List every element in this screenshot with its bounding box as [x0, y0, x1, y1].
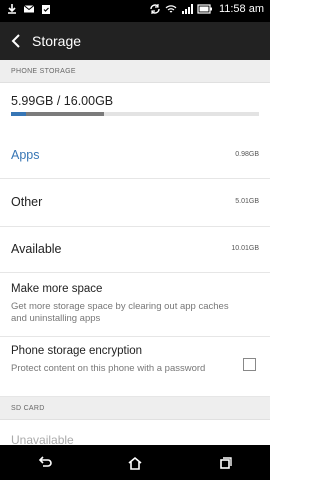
- gmail-icon: [23, 5, 35, 13]
- phone-storage-header: PHONE STORAGE: [0, 60, 270, 83]
- encryption-checkbox[interactable]: [243, 358, 256, 371]
- encryption-title: Phone storage encryption: [11, 345, 143, 357]
- other-size: 5.01GB: [235, 198, 259, 205]
- apps-label: Apps: [11, 148, 40, 162]
- apps-size: 0.98GB: [235, 151, 259, 158]
- other-row[interactable]: Other 5.01GB: [0, 178, 270, 227]
- available-size: 10.01GB: [231, 245, 259, 252]
- other-label: Other: [11, 195, 43, 209]
- battery-icon: [197, 4, 212, 14]
- action-bar: Storage: [0, 22, 270, 60]
- page-title: Storage: [32, 33, 82, 49]
- nav-recents-button[interactable]: [205, 448, 245, 478]
- make-more-space-title: Make more space: [11, 283, 103, 295]
- clock: 11:58 am: [218, 3, 264, 15]
- available-label: Available: [11, 242, 62, 256]
- available-row: Available 10.01GB: [0, 226, 270, 273]
- storage-summary-text: 5.99GB / 16.00GB: [11, 94, 114, 108]
- progress-other-segment: [26, 112, 104, 116]
- chevron-left-icon: [11, 34, 20, 48]
- make-more-space-subtitle: Get more storage space by clearing out a…: [11, 301, 229, 324]
- home-icon: [128, 456, 142, 470]
- signal-icon: [181, 4, 193, 14]
- navigation-bar: [0, 445, 270, 480]
- status-bar: 11:58 am: [0, 0, 270, 22]
- clipboard-check-icon: [42, 5, 50, 14]
- back-icon: [38, 455, 52, 467]
- nav-home-button[interactable]: [115, 448, 155, 478]
- back-button[interactable]: [0, 22, 32, 60]
- sync-icon: [150, 4, 160, 14]
- sd-card-header: SD CARD: [0, 397, 270, 420]
- encryption-subtitle: Protect content on this phone with a pas…: [11, 363, 206, 374]
- progress-apps-segment: [11, 112, 27, 116]
- phone-storage-encryption-row[interactable]: Phone storage encryption Protect content…: [0, 336, 270, 397]
- wifi-icon: [165, 5, 177, 13]
- storage-progress-bar: [11, 112, 259, 116]
- recents-icon: [220, 456, 232, 469]
- make-more-space-row[interactable]: Make more space Get more storage space b…: [0, 272, 270, 337]
- nav-back-button[interactable]: [25, 448, 65, 478]
- apps-row[interactable]: Apps 0.98GB: [0, 130, 270, 179]
- download-icon: [8, 4, 16, 14]
- storage-summary: 5.99GB / 16.00GB: [0, 82, 270, 130]
